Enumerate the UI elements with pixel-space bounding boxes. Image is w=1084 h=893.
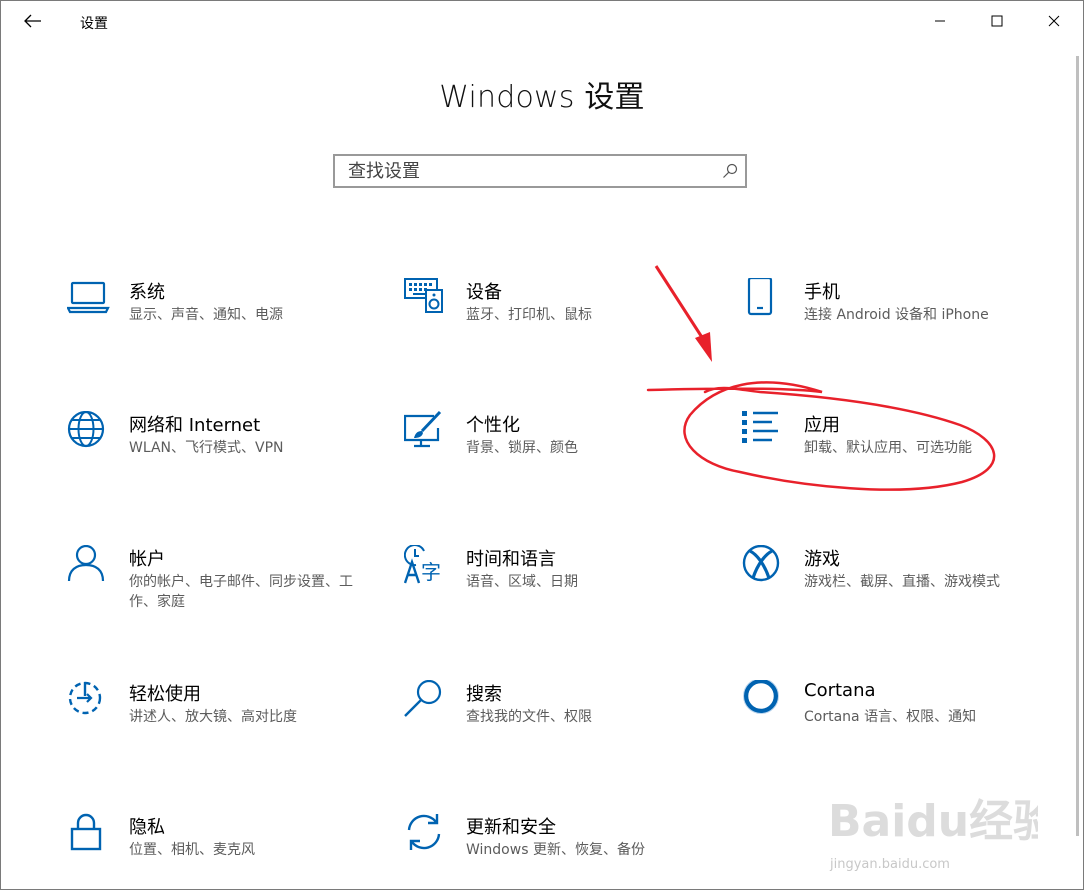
baidu-watermark: Baidu经验 jingyan.baidu.com — [828, 796, 1038, 872]
tile-cortana[interactable]: Cortana Cortana 语言、权限、通知 — [742, 680, 1042, 760]
tile-name: 更新和安全 — [466, 817, 556, 838]
vertical-scrollbar[interactable] — [1076, 56, 1079, 836]
tile-description: 你的帐户、电子邮件、同步设置、工作、家庭 — [129, 574, 353, 610]
maximize-button[interactable] — [974, 1, 1020, 41]
tile-name: 设备 — [466, 282, 502, 303]
tile-description: 查找我的文件、权限 — [466, 709, 592, 725]
tile-ease-of-access[interactable]: 轻松使用 讲述人、放大镜、高对比度 — [67, 680, 367, 760]
cortana-ring-icon — [743, 680, 779, 714]
tile-name: 游戏 — [804, 549, 840, 570]
title-bar: 设置 — [1, 1, 1083, 41]
tile-description: 游戏栏、截屏、直播、游戏模式 — [804, 574, 1000, 590]
tile-description: Windows 更新、恢复、备份 — [466, 842, 645, 858]
xbox-icon — [742, 545, 780, 582]
tile-description: 讲述人、放大镜、高对比度 — [129, 709, 297, 725]
tile-name: 应用 — [804, 415, 840, 436]
tile-name: 系统 — [129, 282, 165, 303]
person-icon — [67, 545, 105, 582]
tile-update-security[interactable]: 更新和安全 Windows 更新、恢复、备份 — [404, 813, 704, 893]
minimize-icon — [935, 20, 945, 22]
magnifier-icon — [404, 680, 442, 717]
tile-privacy[interactable]: 隐私 位置、相机、麦克风 — [67, 813, 367, 893]
watermark-brand: Baidu经验 — [828, 796, 1038, 847]
globe-icon — [67, 411, 105, 448]
window-title: 设置 — [80, 16, 108, 32]
tile-description: 位置、相机、麦克风 — [129, 842, 255, 858]
tile-system[interactable]: 系统 显示、声音、通知、电源 — [67, 278, 367, 358]
tile-accounts[interactable]: 帐户 你的帐户、电子邮件、同步设置、工作、家庭 — [67, 545, 367, 625]
tile-description: 蓝牙、打印机、鼠标 — [466, 307, 592, 323]
tile-name: 隐私 — [129, 817, 165, 838]
laptop-icon — [67, 281, 110, 314]
tile-description: 语音、区域、日期 — [466, 574, 578, 590]
tile-description: Cortana 语言、权限、通知 — [804, 709, 977, 725]
search-input[interactable] — [335, 157, 715, 185]
tile-name: 轻松使用 — [129, 684, 201, 705]
paintbrush-icon — [404, 411, 442, 448]
tile-name: Cortana — [804, 680, 876, 701]
minimize-button[interactable] — [917, 1, 963, 41]
tile-time-language[interactable]: 字 时间和语言 语音、区域、日期 — [404, 545, 704, 625]
tile-description: 背景、锁屏、颜色 — [466, 440, 578, 456]
tile-apps[interactable]: 应用 卸载、默认应用、可选功能 — [742, 411, 1042, 491]
back-arrow-icon — [24, 14, 41, 28]
back-button[interactable] — [11, 1, 55, 41]
apps-list-icon — [742, 411, 778, 443]
watermark-url: jingyan.baidu.com — [829, 857, 950, 872]
tile-description: 连接 Android 设备和 iPhone — [804, 307, 989, 323]
page-title: Windows 设置 — [439, 80, 645, 115]
maximize-icon — [991, 15, 1003, 27]
tile-name: 网络和 Internet — [129, 415, 261, 436]
tile-name: 手机 — [804, 282, 840, 303]
tile-name: 个性化 — [466, 415, 520, 436]
tile-description: WLAN、飞行模式、VPN — [129, 440, 284, 456]
sync-arrows-icon — [407, 814, 441, 850]
tile-name: 搜索 — [466, 684, 502, 705]
tile-name: 帐户 — [129, 549, 165, 570]
tile-phone[interactable]: 手机 连接 Android 设备和 iPhone — [742, 278, 1042, 358]
tile-personalization[interactable]: 个性化 背景、锁屏、颜色 — [404, 411, 704, 491]
tile-network[interactable]: 网络和 Internet WLAN、飞行模式、VPN — [67, 411, 367, 491]
search-box[interactable] — [333, 154, 747, 188]
svg-text:字: 字 — [421, 560, 441, 584]
lock-icon — [70, 813, 102, 851]
close-icon — [1048, 15, 1060, 27]
tile-description: 卸载、默认应用、可选功能 — [804, 440, 972, 456]
phone-icon — [747, 278, 773, 316]
search-icon[interactable] — [715, 156, 745, 186]
tile-devices[interactable]: 设备 蓝牙、打印机、鼠标 — [404, 278, 704, 358]
keyboard-speaker-icon — [404, 278, 443, 313]
tile-description: 显示、声音、通知、电源 — [129, 307, 283, 323]
ease-of-access-icon — [68, 681, 102, 715]
tile-search[interactable]: 搜索 查找我的文件、权限 — [404, 680, 704, 760]
tile-gaming[interactable]: 游戏 游戏栏、截屏、直播、游戏模式 — [742, 545, 1042, 625]
time-language-icon: 字 — [404, 545, 441, 584]
close-button[interactable] — [1031, 1, 1077, 41]
tile-name: 时间和语言 — [466, 549, 556, 570]
